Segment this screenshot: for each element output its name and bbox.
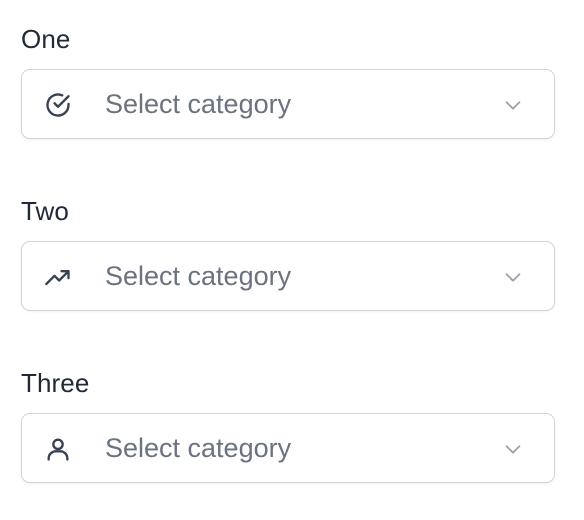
field-one: One Select category xyxy=(21,24,555,139)
field-label: Three xyxy=(21,368,90,398)
field-three: Three Select category xyxy=(21,368,555,483)
category-select-two[interactable]: Select category xyxy=(21,241,555,311)
select-placeholder: Select category xyxy=(105,433,292,463)
chevron-down-icon xyxy=(505,445,521,454)
field-label: One xyxy=(21,24,71,54)
chevron-down-icon xyxy=(505,273,521,282)
select-placeholder: Select category xyxy=(105,89,292,119)
trending-up-icon xyxy=(45,270,70,286)
field-label: Two xyxy=(21,196,69,226)
field-two: Two Select category xyxy=(21,196,555,311)
category-select-three[interactable]: Select category xyxy=(21,413,555,483)
category-select-one[interactable]: Select category xyxy=(21,69,555,139)
select-placeholder: Select category xyxy=(105,261,292,291)
check-circle-icon xyxy=(46,93,70,117)
user-icon xyxy=(47,438,69,461)
chevron-down-icon xyxy=(505,101,521,110)
